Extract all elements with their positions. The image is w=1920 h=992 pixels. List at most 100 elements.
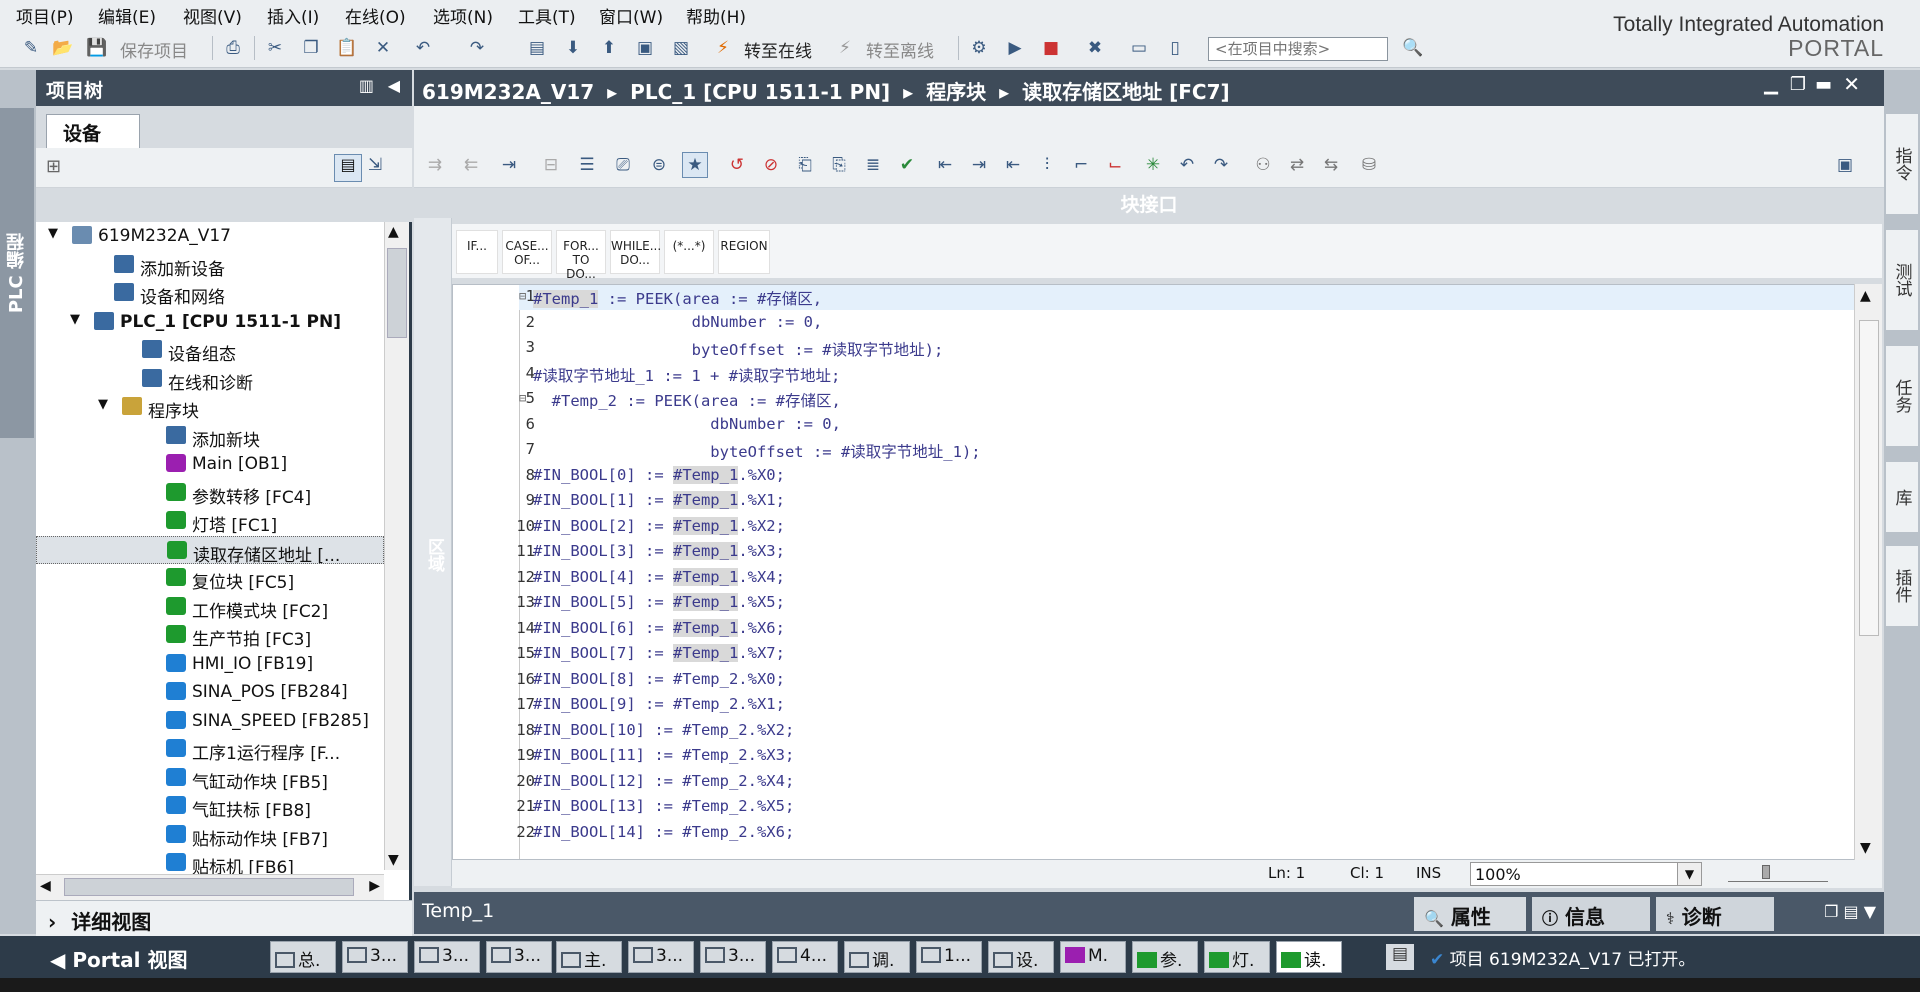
menu-view[interactable]: 视图(V) <box>183 3 242 28</box>
menu-help[interactable]: 帮助(H) <box>686 3 746 28</box>
template-region[interactable]: REGION <box>718 230 770 274</box>
code-line[interactable]: 18 #IN_BOOL[10] := #Temp_2.%X2; <box>453 721 1853 746</box>
outdent-icon[interactable]: ⇤ <box>932 152 958 178</box>
zoom-select[interactable]: 100% ▼ <box>1470 862 1702 886</box>
editor-panel-icon[interactable]: ▣ <box>1832 152 1858 178</box>
scroll-right-icon[interactable]: ▶ <box>369 878 380 894</box>
tree-vertical-scrollbar[interactable]: ▲ ▼ <box>384 222 409 870</box>
code-line[interactable]: 8 #IN_BOOL[0] := #Temp_1.%X0; <box>453 465 1853 491</box>
code-line[interactable]: 9 #IN_BOOL[1] := #Temp_1.%X1; <box>453 491 1853 516</box>
block-interface-bar[interactable]: 块接口 <box>414 188 1884 218</box>
tree-item[interactable]: 贴标机 [FB6] <box>36 849 384 878</box>
monitoring-icon[interactable]: ✳ <box>1140 152 1166 178</box>
compare2-icon[interactable]: ⇆ <box>1318 152 1344 178</box>
code-line[interactable]: 5 ⊟ #Temp_2 := PEEK(area := #存储区, <box>453 389 1853 414</box>
tree-item[interactable]: 设备和网络 <box>36 279 384 308</box>
block-icon[interactable]: ⎘ <box>826 152 852 178</box>
code-line[interactable]: 1 ⊟ #Temp_1 := PEEK(area := #存储区, <box>453 287 1853 312</box>
code-editor[interactable]: 1 ⊟ #Temp_1 := PEEK(area := #存储区, 2 dbNumbe… <box>452 284 1882 860</box>
tree-scroll-thumb[interactable] <box>387 248 407 338</box>
new-project-icon[interactable]: ✎ <box>18 35 44 61</box>
taskbar-item[interactable]: 3... <box>414 941 480 973</box>
template-for[interactable]: FOR... TO DO... <box>556 230 606 281</box>
stop-sim-icon[interactable]: ▧ <box>668 35 694 61</box>
minimize-icon[interactable]: ▁ <box>1764 74 1778 95</box>
collapse-left-icon[interactable]: ◀ <box>388 76 400 95</box>
code-vertical-scrollbar[interactable]: ▲ ▼ <box>1854 284 1882 860</box>
tree-item[interactable]: 读取存储区地址 [... <box>36 535 384 566</box>
breadcrumb-program-blocks[interactable]: 程序块 <box>926 80 986 104</box>
template-while[interactable]: WHILE... DO... <box>610 230 661 274</box>
plc-programming-vtab[interactable]: PLC 编程 <box>0 108 34 438</box>
tree-item[interactable]: 气缸动作块 [FB5] <box>36 764 384 793</box>
check-icon[interactable]: ✔ <box>894 152 920 178</box>
code-line[interactable]: 21 #IN_BOOL[13] := #Temp_2.%X5; <box>453 797 1853 822</box>
tree-item[interactable]: HMI_IO [FB19] <box>36 650 384 678</box>
search-go-icon[interactable]: 🔍 <box>1400 35 1426 61</box>
status-window-icon[interactable]: ▤ <box>1386 944 1414 970</box>
insert-block-icon[interactable]: ⎗ <box>792 152 818 178</box>
align-icon[interactable]: ⫶ <box>1034 152 1060 178</box>
code-line[interactable]: 10 #IN_BOOL[2] := #Temp_1.%X2; <box>453 516 1853 542</box>
template-comment[interactable]: (*...*) <box>664 230 714 274</box>
copy-icon[interactable]: ❐ <box>298 35 324 61</box>
menu-edit[interactable]: 编辑(E) <box>98 3 156 28</box>
code-line[interactable]: 3 byteOffset := #读取字节地址); <box>453 338 1853 363</box>
detail-view-bar[interactable]: › 详细视图 <box>36 900 412 936</box>
go-online-button[interactable]: 转至在线 <box>744 37 812 62</box>
taskbar-item[interactable]: 参. <box>1132 941 1198 973</box>
tree-hscroll-thumb[interactable] <box>64 878 354 896</box>
tree-item[interactable]: 贴标动作块 [FB7] <box>36 821 384 850</box>
toggle-comment-icon[interactable]: ↺ <box>724 152 750 178</box>
indent-icon[interactable]: ☰ <box>574 152 600 178</box>
taskbar-item[interactable]: 4... <box>772 941 838 973</box>
code-line[interactable]: 6 dbNumber := 0, <box>453 415 1853 440</box>
expand-arrow-icon[interactable]: ▼ <box>70 312 80 327</box>
taskbar-item[interactable]: 3... <box>628 941 694 973</box>
tab-addins[interactable]: 插件 <box>1886 546 1918 626</box>
scroll-left-icon[interactable]: ◀ <box>40 878 51 894</box>
undo-icon[interactable]: ↶ <box>410 35 436 61</box>
cut-icon[interactable]: ✂ <box>262 35 288 61</box>
split-vertical-icon[interactable]: ▯ <box>1162 35 1188 61</box>
watch-icon[interactable]: ⚇ <box>1250 152 1276 178</box>
accessible-devices-icon[interactable]: ⚙ <box>966 35 992 61</box>
taskbar-item[interactable]: 调. <box>844 941 910 973</box>
code-scroll-down-icon[interactable]: ▼ <box>1860 840 1871 856</box>
tree-item[interactable]: 在线和诊断 <box>36 365 384 394</box>
code-line[interactable]: 12 #IN_BOOL[4] := #Temp_1.%X4; <box>453 567 1853 593</box>
unfold-icon[interactable]: ⌙ <box>1102 152 1128 178</box>
expand-arrow-icon[interactable]: ▼ <box>98 397 108 412</box>
menu-online[interactable]: 在线(O) <box>345 3 406 28</box>
go-online-icon[interactable]: ⚡ <box>710 35 736 61</box>
tree-item[interactable]: 灯塔 [FC1] <box>36 507 384 536</box>
chevron-down-icon[interactable]: ▼ <box>1677 863 1701 885</box>
scroll-down-icon[interactable]: ▼ <box>388 852 399 868</box>
print-icon[interactable]: ⎙ <box>220 35 246 61</box>
tree-item[interactable]: 工序1运行程序 [F... <box>36 735 384 764</box>
save-icon[interactable]: 💾 <box>84 35 110 61</box>
code-scroll-thumb[interactable] <box>1859 320 1879 636</box>
tab-properties[interactable]: 🔍 属性 <box>1414 897 1526 931</box>
scroll-up-icon[interactable]: ▲ <box>388 224 399 240</box>
paste-icon[interactable]: 📋 <box>334 35 360 61</box>
code-line[interactable]: 11 #IN_BOOL[3] := #Temp_1.%X3; <box>453 542 1853 567</box>
tree-item[interactable]: 设备组态 <box>36 336 384 365</box>
download-icon[interactable]: ⬇ <box>560 35 586 61</box>
code-line[interactable]: 15 #IN_BOOL[7] := #Temp_1.%X7; <box>453 644 1853 669</box>
save-project-button[interactable]: 保存项目 <box>120 37 188 62</box>
tab-libraries[interactable]: 库 <box>1886 462 1918 532</box>
portal-view-button[interactable]: ◀ Portal 视图 <box>50 944 187 973</box>
maximize-icon[interactable]: ▬ <box>1815 74 1832 95</box>
tree-item[interactable]: ▼ PLC_1 [CPU 1511-1 PN] <box>36 308 384 336</box>
tree-item[interactable]: 工作模式块 [FC2] <box>36 593 384 622</box>
tree-item[interactable]: SINA_SPEED [FB285] <box>36 707 384 735</box>
taskbar-item[interactable]: 3... <box>486 941 552 973</box>
bookmark-icon[interactable]: ★ <box>682 152 708 178</box>
fold-icon[interactable]: ⌐ <box>1068 152 1094 178</box>
inspector-window-icon[interactable]: ❐ ▤ ▼ <box>1824 902 1876 921</box>
menu-insert[interactable]: 插入(I) <box>267 3 319 28</box>
cross-reference-icon[interactable]: ✖ <box>1082 35 1108 61</box>
code-line[interactable]: 7 byteOffset := #读取字节地址_1); <box>453 440 1853 465</box>
code-line[interactable]: 20 #IN_BOOL[12] := #Temp_2.%X4; <box>453 772 1853 797</box>
